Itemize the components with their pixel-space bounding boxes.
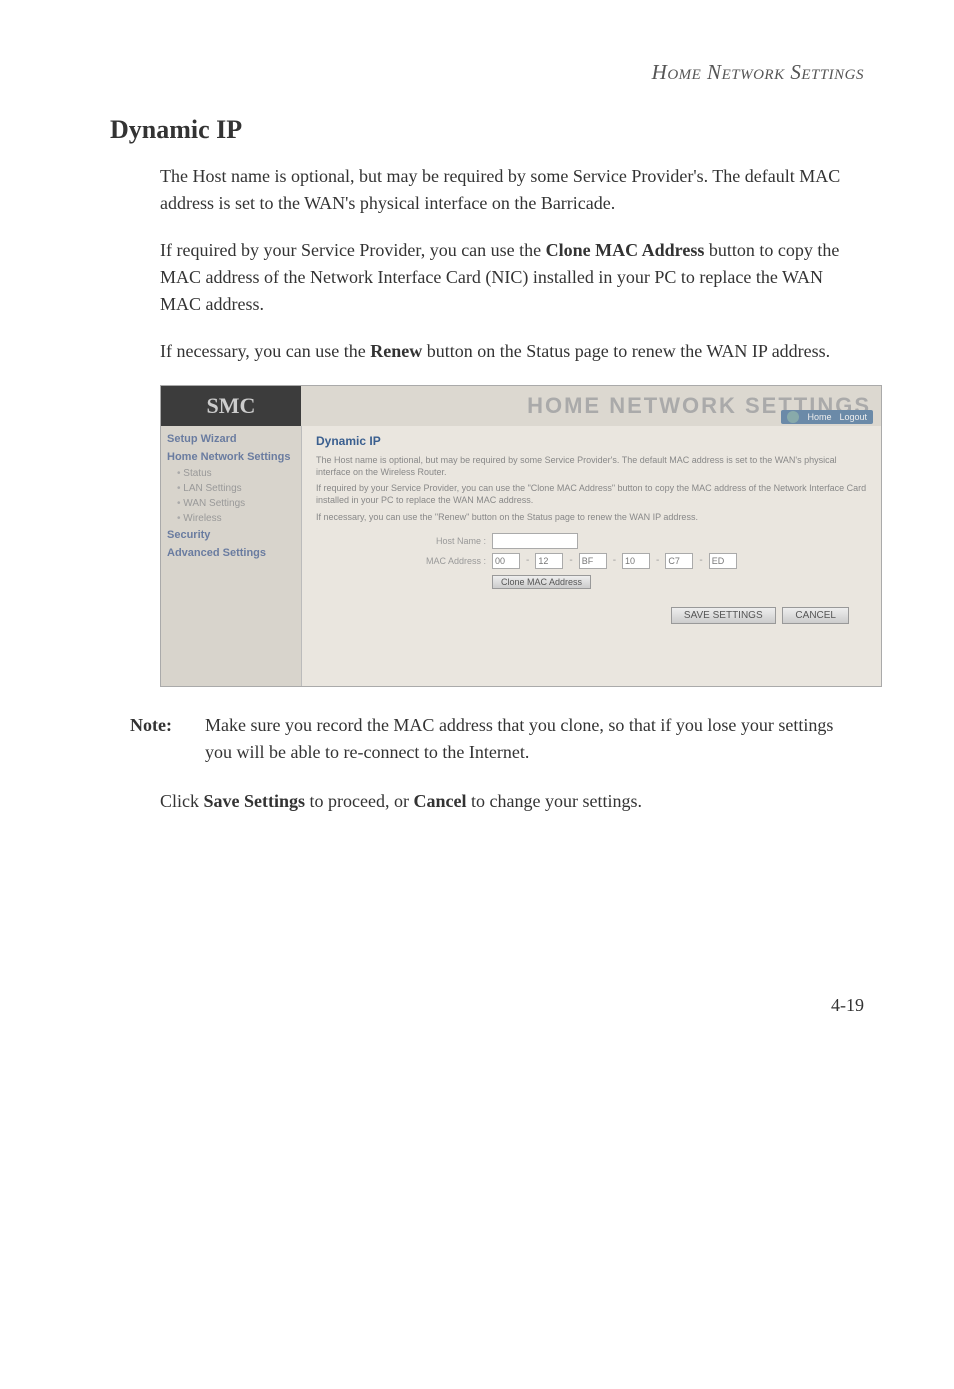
gear-icon (787, 411, 799, 423)
header-section-label: Home Network Settings (110, 60, 864, 85)
ss-desc3: If necessary, you can use the "Renew" bu… (316, 511, 867, 523)
row-mac: MAC Address : - - - - - (416, 553, 867, 569)
note-block: Note: Make sure you record the MAC addre… (130, 712, 864, 766)
sidebar-item-status[interactable]: Status (161, 466, 301, 481)
final-paragraph: Click Save Settings to proceed, or Cance… (160, 788, 864, 815)
ss-content-title: Dynamic IP (316, 434, 867, 448)
sidebar-item-wan[interactable]: WAN Settings (161, 496, 301, 511)
ss-form: Host Name : MAC Address : - - - - (416, 533, 867, 589)
mac-sep-5: - (699, 555, 702, 566)
mac-sep-1: - (526, 555, 529, 566)
cancel-button[interactable]: CANCEL (782, 607, 849, 624)
final-post: to change your settings. (466, 791, 641, 811)
mac-sep-3: - (613, 555, 616, 566)
sidebar-item-lan[interactable]: LAN Settings (161, 481, 301, 496)
para3-post: button on the Status page to renew the W… (422, 341, 830, 361)
embedded-screenshot: SMC HOME NETWORK SETTINGS Home Logout Se… (160, 385, 882, 687)
mac-input-2[interactable] (535, 553, 563, 569)
ss-title-area: HOME NETWORK SETTINGS Home Logout (301, 386, 881, 426)
mac-input-3[interactable] (579, 553, 607, 569)
ss-bottom-buttons: SAVE SETTINGS CANCEL (316, 589, 867, 642)
sidebar-item-wireless[interactable]: Wireless (161, 511, 301, 526)
hostname-label: Host Name : (416, 536, 486, 546)
para3-pre: If necessary, you can use the (160, 341, 370, 361)
ss-toplinks: Home Logout (781, 410, 873, 424)
mac-sep-4: - (656, 555, 659, 566)
para2-pre: If required by your Service Provider, yo… (160, 240, 546, 260)
sidebar-item-security[interactable]: Security (161, 526, 301, 544)
ss-body: Setup Wizard Home Network Settings Statu… (161, 426, 881, 686)
para2-bold: Clone MAC Address (546, 240, 705, 260)
ss-desc2: If required by your Service Provider, yo… (316, 482, 867, 506)
ss-topbar: SMC HOME NETWORK SETTINGS Home Logout (161, 386, 881, 426)
final-b1: Save Settings (204, 791, 306, 811)
mac-input-1[interactable] (492, 553, 520, 569)
ss-sidebar: Setup Wizard Home Network Settings Statu… (161, 426, 302, 686)
ss-content: Dynamic IP The Host name is optional, bu… (302, 426, 881, 686)
heading-dynamic-ip: Dynamic IP (110, 115, 864, 145)
clone-mac-button[interactable]: Clone MAC Address (492, 575, 591, 589)
para3-bold: Renew (370, 341, 422, 361)
ss-logout-link[interactable]: Logout (839, 412, 867, 422)
note-label: Note: (130, 712, 195, 766)
final-b2: Cancel (413, 791, 466, 811)
note-text: Make sure you record the MAC address tha… (205, 712, 864, 766)
paragraph-2: If required by your Service Provider, yo… (160, 237, 864, 318)
ss-desc1: The Host name is optional, but may be re… (316, 454, 867, 478)
ss-home-link[interactable]: Home (807, 412, 831, 422)
mac-input-5[interactable] (665, 553, 693, 569)
paragraph-3: If necessary, you can use the Renew butt… (160, 338, 864, 365)
mac-input-4[interactable] (622, 553, 650, 569)
save-settings-button[interactable]: SAVE SETTINGS (671, 607, 776, 624)
page-number: 4-19 (110, 995, 864, 1016)
sidebar-item-advanced[interactable]: Advanced Settings (161, 544, 301, 562)
final-pre: Click (160, 791, 204, 811)
paragraph-1: The Host name is optional, but may be re… (160, 163, 864, 217)
ss-logo: SMC (161, 386, 301, 426)
sidebar-item-setup-wizard[interactable]: Setup Wizard (161, 430, 301, 448)
sidebar-item-home-network[interactable]: Home Network Settings (161, 448, 301, 466)
hostname-input[interactable] (492, 533, 578, 549)
mac-sep-2: - (569, 555, 572, 566)
final-mid: to proceed, or (305, 791, 413, 811)
row-hostname: Host Name : (416, 533, 867, 549)
mac-label: MAC Address : (416, 556, 486, 566)
mac-input-6[interactable] (709, 553, 737, 569)
